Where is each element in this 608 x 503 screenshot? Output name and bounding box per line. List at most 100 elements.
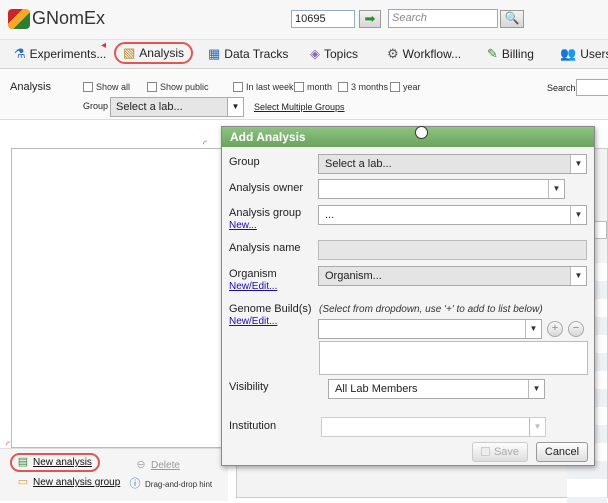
chevron-down-icon: ▼ — [528, 380, 544, 398]
cancel-button[interactable]: Cancel — [536, 442, 588, 462]
checkbox-3-months[interactable]: 3 months — [338, 82, 388, 92]
checkbox-box[interactable] — [390, 82, 400, 92]
checkbox-year[interactable]: year — [390, 82, 421, 92]
tag-icon: ◈ — [310, 46, 320, 61]
checkbox-label: year — [403, 82, 421, 92]
checkbox-box[interactable] — [338, 82, 348, 92]
tab-billing-label: Billing — [501, 47, 534, 61]
new-analysis-button[interactable]: ▤ New analysis — [10, 453, 100, 472]
add-genome-button[interactable]: + — [547, 321, 563, 337]
plus-icon: + — [551, 322, 559, 334]
app-title: GNomEx — [32, 8, 106, 28]
flask-icon: ⚗ — [14, 46, 26, 61]
organism-value: Organism... — [325, 270, 382, 282]
info-icon: ⓘ — [129, 478, 141, 490]
analysis-group-field-label: Analysis group — [229, 207, 302, 219]
delete-button[interactable]: ⊖ Delete — [134, 459, 180, 472]
new-analysis-group-button[interactable]: ▭ New analysis group — [16, 476, 120, 489]
datatrack-icon: ▦ — [208, 46, 221, 61]
new-analysis-label: New analysis — [33, 457, 92, 468]
owner-field-select[interactable]: ▼ — [318, 179, 565, 199]
main-nav: ⚗ Experiments... ◂ ▧ Analysis ▦ Data Tra… — [0, 40, 608, 69]
analysis-group-value: ... — [325, 209, 335, 221]
tab-topics[interactable]: ◈ Topics — [310, 44, 358, 64]
group-field-select[interactable]: Select a lab... ▼ — [318, 154, 587, 174]
delete-label: Delete — [151, 460, 180, 471]
search-label: Search — [547, 83, 576, 93]
checkbox-label: Show public — [160, 82, 209, 92]
search-button[interactable]: 🔍 — [500, 10, 524, 28]
analysis-icon: ▧ — [123, 45, 136, 60]
tab-users[interactable]: 👥 Users — [560, 44, 608, 64]
chevron-down-icon: ▼ — [570, 206, 586, 224]
gnomex-logo-icon — [8, 8, 30, 29]
visibility-value: All Lab Members — [335, 383, 418, 395]
red-marker: ◜ — [203, 139, 207, 150]
checkbox-box[interactable] — [233, 82, 243, 92]
red-marker: ◜ — [6, 440, 10, 451]
genome-build-select[interactable]: ▼ — [318, 319, 542, 339]
checkbox-show-public[interactable]: Show public — [147, 82, 209, 92]
analysis-search-input[interactable] — [576, 79, 608, 96]
tab-experiments-label: Experiments... — [29, 47, 107, 61]
chevron-down-icon: ▼ — [570, 155, 586, 173]
visibility-select[interactable]: All Lab Members ▼ — [328, 379, 545, 399]
chevron-down-icon: ▼ — [525, 320, 541, 338]
billing-icon: ✎ — [487, 46, 498, 61]
tab-topics-label: Topics — [324, 47, 359, 61]
tab-data-tracks[interactable]: ▦ Data Tracks — [208, 44, 288, 64]
checkbox-box[interactable] — [147, 82, 157, 92]
owner-field-label: Analysis owner — [229, 182, 303, 194]
go-button[interactable]: ➡ — [359, 10, 381, 28]
add-analysis-dialog: Add Analysis Group Select a lab... ▼ Ana… — [221, 126, 595, 466]
new-analysis-group-label: New analysis group — [33, 477, 121, 488]
tab-analysis[interactable]: ▧ Analysis — [114, 42, 193, 64]
order-number-input[interactable]: 10695 — [291, 10, 355, 28]
tab-billing[interactable]: ✎ Billing — [487, 44, 534, 64]
group-field-value: Select a lab... — [325, 158, 392, 170]
global-search-input[interactable]: Search — [388, 9, 498, 28]
chevron-down-icon: ▼ — [227, 98, 243, 116]
tab-analysis-label: Analysis — [139, 46, 184, 60]
group-select[interactable]: Select a lab... ▼ — [110, 97, 244, 117]
analysis-group-select[interactable]: ... ▼ — [318, 205, 587, 225]
select-multiple-groups-link[interactable]: Select Multiple Groups — [254, 102, 345, 112]
institution-label: Institution — [229, 420, 277, 432]
organism-edit-link[interactable]: New/Edit... — [229, 281, 277, 292]
checkbox-label: 3 months — [351, 82, 389, 92]
institution-select[interactable]: ▼ — [321, 417, 546, 437]
analysis-name-input[interactable] — [318, 240, 587, 260]
checkbox-label: In last week — [246, 82, 294, 92]
page-title: Analysis — [10, 81, 51, 93]
analysis-group-new-link[interactable]: New... — [229, 220, 257, 231]
save-button[interactable]: Save — [472, 442, 528, 462]
chevron-down-icon: ▼ — [529, 418, 545, 436]
dialog-title-bar[interactable]: Add Analysis — [222, 127, 594, 147]
checkbox-month[interactable]: month — [294, 82, 332, 92]
delete-icon: ⊖ — [136, 459, 146, 471]
tab-users-label: Users — [580, 47, 608, 61]
tab-workflow[interactable]: ⚙ Workflow... — [387, 44, 461, 64]
top-bar: GNomEx 10695 ➡ Search 🔍 — [0, 0, 608, 40]
arrow-right-icon: ➡ — [364, 11, 376, 26]
organism-select[interactable]: Organism... ▼ — [318, 266, 587, 286]
drag-drop-hint[interactable]: ⓘ Drag-and-drop hint — [128, 478, 213, 491]
analysis-tree-panel[interactable] — [11, 148, 222, 448]
remove-genome-button[interactable]: − — [568, 321, 584, 337]
group-select-value: Select a lab... — [116, 101, 183, 113]
tab-data-tracks-label: Data Tracks — [224, 47, 289, 61]
visibility-label: Visibility — [229, 381, 269, 393]
cursor-icon — [415, 126, 428, 139]
checkbox-box[interactable] — [83, 82, 93, 92]
checkbox-last-week[interactable]: In last week — [233, 82, 294, 92]
checkbox-show-all[interactable]: Show all — [83, 82, 130, 92]
checkbox-label: Show all — [96, 82, 131, 92]
genome-build-list[interactable] — [319, 341, 588, 375]
save-label: Save — [493, 446, 520, 458]
genome-build-edit-link[interactable]: New/Edit... — [229, 316, 277, 327]
genome-build-label: Genome Build(s) — [229, 303, 312, 315]
filter-bar: Analysis Show all Show public In last we… — [0, 70, 608, 120]
checkbox-box[interactable] — [294, 82, 304, 92]
dialog-body: Group Select a lab... ▼ Analysis owner ▼… — [222, 147, 594, 465]
tab-experiments[interactable]: ⚗ Experiments... — [14, 44, 106, 64]
